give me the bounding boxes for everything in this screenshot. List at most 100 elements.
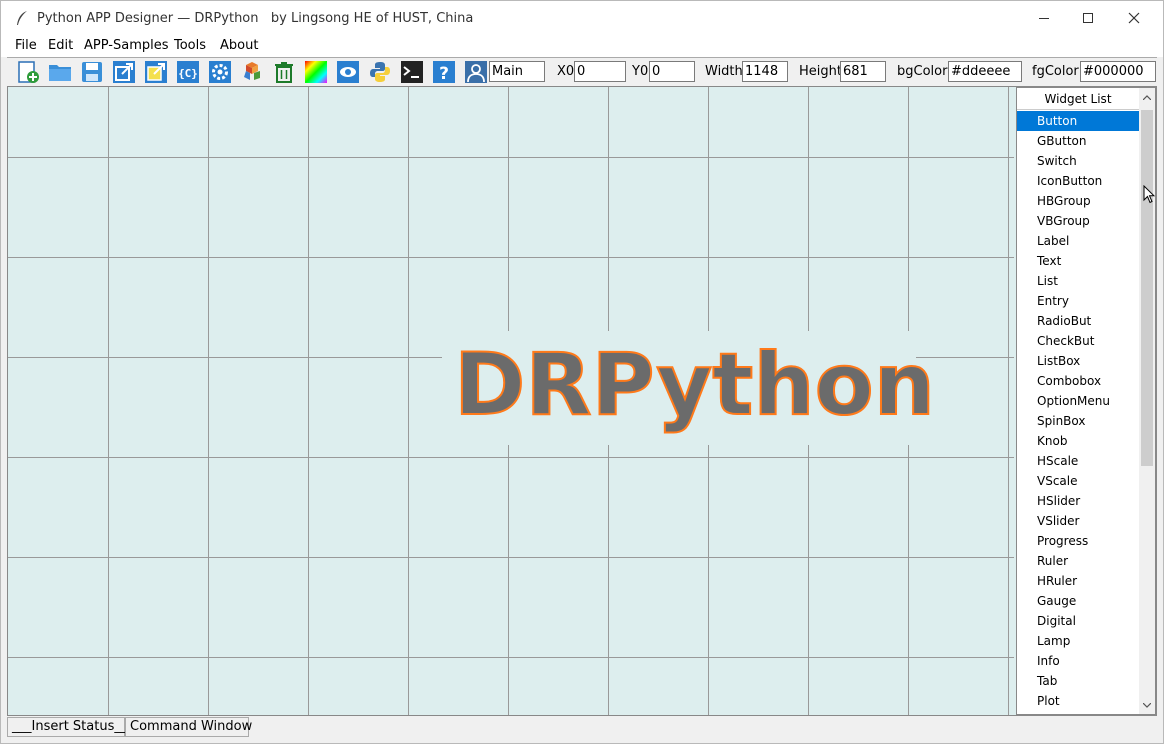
grid-line: [8, 257, 1014, 258]
widget-item-plot[interactable]: Plot: [1017, 691, 1139, 711]
widget-list-panel: Widget List Button GButton Switch IconBu…: [1016, 87, 1156, 715]
fgcolor-input[interactable]: [1080, 61, 1156, 82]
design-area: DRPython Widget List Button GButton Swit…: [7, 86, 1157, 716]
menu-file[interactable]: File: [15, 38, 37, 53]
feather-app-icon: [17, 11, 27, 25]
x0-label: X0: [557, 64, 575, 79]
widget-list-scrollbar[interactable]: [1139, 88, 1155, 714]
widget-name-input[interactable]: [489, 61, 545, 82]
user-icon[interactable]: [464, 60, 488, 84]
close-icon: [1128, 12, 1140, 24]
export-alt-icon[interactable]: [144, 60, 168, 84]
svg-text:{C}: {C}: [178, 67, 198, 80]
maximize-button[interactable]: [1065, 1, 1111, 35]
scroll-thumb[interactable]: [1141, 110, 1153, 466]
widget-item-button[interactable]: Button: [1017, 111, 1139, 131]
minimize-button[interactable]: [1021, 1, 1067, 35]
export-icon[interactable]: [112, 60, 136, 84]
widget-item-text[interactable]: Text: [1017, 251, 1139, 271]
widget-item-knob[interactable]: Knob: [1017, 431, 1139, 451]
settings-gear-icon[interactable]: [208, 60, 232, 84]
widget-list-header: Widget List: [1017, 88, 1139, 110]
widget-item-hscale[interactable]: HScale: [1017, 451, 1139, 471]
svg-text:?: ?: [439, 64, 449, 84]
code-icon[interactable]: {C}: [176, 60, 200, 84]
widget-item-checkbut[interactable]: CheckBut: [1017, 331, 1139, 351]
insert-status: ___Insert Status___: [7, 717, 134, 737]
minimize-icon: [1039, 18, 1049, 19]
mouse-cursor-icon: [1143, 185, 1155, 204]
widget-item-lamp[interactable]: Lamp: [1017, 631, 1139, 651]
open-folder-icon[interactable]: [48, 60, 72, 84]
menu-tools[interactable]: Tools: [174, 38, 206, 53]
widget-item-hslider[interactable]: HSlider: [1017, 491, 1139, 511]
grid-line: [8, 157, 1014, 158]
widget-item-entry[interactable]: Entry: [1017, 291, 1139, 311]
widget-item-vscale[interactable]: VScale: [1017, 471, 1139, 491]
widget-item-optionmenu[interactable]: OptionMenu: [1017, 391, 1139, 411]
close-button[interactable]: [1111, 1, 1157, 35]
x0-input[interactable]: [574, 61, 626, 82]
widget-item-hbgroup[interactable]: HBGroup: [1017, 191, 1139, 211]
scroll-down-button[interactable]: [1139, 696, 1155, 714]
grid-line: [1008, 87, 1009, 715]
y0-label: Y0: [632, 64, 649, 79]
terminal-icon[interactable]: [400, 60, 424, 84]
widget-item-hruler[interactable]: HRuler: [1017, 571, 1139, 591]
widget-item-vbgroup[interactable]: VBGroup: [1017, 211, 1139, 231]
widget-item-gauge[interactable]: Gauge: [1017, 591, 1139, 611]
toolbar: {C} ? Main X0 0 Y0 0 Width 1148 Height 6…: [7, 57, 1157, 85]
width-input[interactable]: [742, 61, 788, 82]
height-label: Height: [799, 64, 842, 79]
app-window: Python APP Designer — DRPython by Lingso…: [0, 0, 1164, 744]
widget-item-combobox[interactable]: Combobox: [1017, 371, 1139, 391]
grid-line: [308, 87, 309, 715]
widget-item-progress[interactable]: Progress: [1017, 531, 1139, 551]
menu-app-samples[interactable]: APP-Samples: [84, 38, 169, 53]
y0-input[interactable]: [649, 61, 695, 82]
title-bar[interactable]: Python APP Designer — DRPython by Lingso…: [1, 1, 1163, 35]
chevron-up-icon: [1143, 94, 1151, 100]
grid-line: [8, 557, 1014, 558]
fgcolor-label: fgColor: [1032, 64, 1079, 79]
width-label: Width: [705, 64, 743, 79]
menu-about[interactable]: About: [220, 38, 258, 53]
menu-bar: File Edit APP-Samples Tools About: [1, 35, 1163, 57]
widget-item-digital[interactable]: Digital: [1017, 611, 1139, 631]
grid-line: [8, 657, 1014, 658]
design-canvas[interactable]: DRPython: [8, 87, 1014, 715]
widget-list: Button GButton Switch IconButton HBGroup…: [1017, 111, 1139, 711]
widget-item-label[interactable]: Label: [1017, 231, 1139, 251]
widget-item-info[interactable]: Info: [1017, 651, 1139, 671]
widget-item-tab[interactable]: Tab: [1017, 671, 1139, 691]
command-window-button[interactable]: Command Window: [125, 717, 252, 737]
python-logo-icon[interactable]: [368, 60, 392, 84]
bgcolor-input[interactable]: [948, 61, 1022, 82]
widget-item-listbox[interactable]: ListBox: [1017, 351, 1139, 371]
widget-item-radiobut[interactable]: RadioBut: [1017, 311, 1139, 331]
widget-item-gbutton[interactable]: GButton: [1017, 131, 1139, 151]
scroll-up-button[interactable]: [1139, 88, 1155, 106]
status-bar: ___Insert Status___ Command Window: [7, 717, 1157, 739]
color-spectrum-icon[interactable]: [304, 60, 328, 84]
drpython-logo-text: DRPython: [453, 334, 936, 436]
new-file-icon[interactable]: [16, 60, 40, 84]
grid-line: [408, 87, 409, 715]
widget-item-spinbox[interactable]: SpinBox: [1017, 411, 1139, 431]
widget-item-switch[interactable]: Switch: [1017, 151, 1139, 171]
widget-item-vslider[interactable]: VSlider: [1017, 511, 1139, 531]
window-title: Python APP Designer — DRPython by Lingso…: [37, 11, 474, 26]
bgcolor-label: bgColor: [897, 64, 948, 79]
menu-edit[interactable]: Edit: [48, 38, 73, 53]
cubes-icon[interactable]: [240, 60, 264, 84]
height-input[interactable]: [840, 61, 886, 82]
widget-item-list[interactable]: List: [1017, 271, 1139, 291]
maximize-icon: [1083, 13, 1093, 23]
help-icon[interactable]: ?: [432, 60, 456, 84]
widget-item-ruler[interactable]: Ruler: [1017, 551, 1139, 571]
trash-icon[interactable]: [272, 60, 296, 84]
eye-icon[interactable]: [336, 60, 360, 84]
save-icon[interactable]: [80, 60, 104, 84]
chevron-down-icon: [1143, 702, 1151, 708]
widget-item-iconbutton[interactable]: IconButton: [1017, 171, 1139, 191]
